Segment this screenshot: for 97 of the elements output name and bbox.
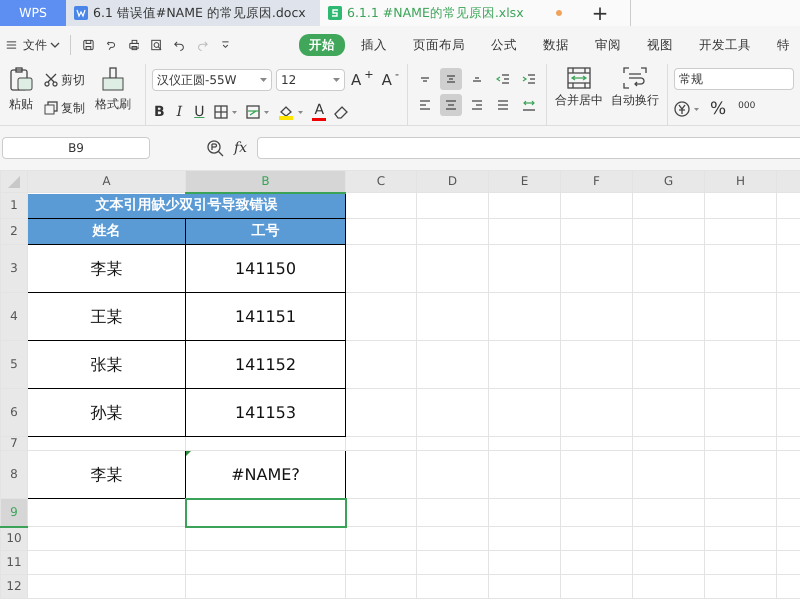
ribbon-tab[interactable]: 视图 <box>637 34 684 56</box>
ribbon-tab[interactable]: 开发工具 <box>689 34 762 56</box>
row-header[interactable]: 10 <box>0 526 28 551</box>
borders-icon[interactable] <box>214 105 238 119</box>
format-painter-button[interactable]: 格式刷 <box>93 66 133 123</box>
error-indicator[interactable] <box>186 451 191 456</box>
paintbrush-icon <box>101 67 125 93</box>
document-icon <box>74 6 88 20</box>
font-color-button[interactable]: A <box>312 102 326 122</box>
table-cell: 141153 <box>186 388 346 436</box>
column-header[interactable]: F <box>560 170 632 192</box>
table-cell: 孙某 <box>28 388 186 436</box>
shrink-font-button[interactable]: A$^{-}$ <box>380 68 401 92</box>
copy-button[interactable]: 复制 <box>42 98 87 118</box>
table-cell: 141151 <box>186 292 346 340</box>
table-cell: 张某 <box>28 340 186 388</box>
file-tab[interactable]: 6.1 错误值#NAME 的常见原因.docx <box>66 0 320 26</box>
menu-icon[interactable] <box>6 39 17 51</box>
merge-center-button[interactable]: 合并居中 <box>553 66 605 123</box>
align-top-icon <box>418 76 432 82</box>
conditional-format-icon[interactable] <box>246 105 270 119</box>
fill-color-icon[interactable] <box>278 104 304 120</box>
active-cell[interactable] <box>186 498 346 527</box>
row-header[interactable]: 5 <box>0 340 28 388</box>
table-cell: 李某 <box>28 244 186 292</box>
align-center-button[interactable] <box>440 94 462 116</box>
ribbon-tab[interactable]: 页面布局 <box>403 34 476 56</box>
row-header[interactable]: 7 <box>0 436 28 451</box>
row-header[interactable]: 12 <box>0 574 28 599</box>
number-format-field[interactable]: 常规 <box>674 68 794 90</box>
currency-icon[interactable] <box>674 101 700 118</box>
align-indent-icon <box>522 72 536 86</box>
unsaved-dot <box>556 10 562 16</box>
file-menu[interactable]: 文件 <box>20 35 62 55</box>
align-bottom-icon <box>470 76 484 82</box>
align-distribute-icon <box>522 98 536 112</box>
bold-button[interactable]: B <box>152 100 167 124</box>
ribbon-tab[interactable]: 特 <box>767 34 800 56</box>
column-heading: 姓名 <box>28 218 186 244</box>
column-header[interactable]: A <box>28 170 186 192</box>
grow-font-button[interactable]: A$^{+}$ <box>348 68 376 92</box>
table-cell: 141150 <box>186 244 346 292</box>
row-header[interactable]: 4 <box>0 292 28 340</box>
row-header[interactable]: 6 <box>0 388 28 436</box>
row-header[interactable]: 3 <box>0 244 28 292</box>
align-justify-icon <box>496 98 510 112</box>
print-icon[interactable] <box>128 38 140 52</box>
percent-button[interactable]: % <box>708 96 728 123</box>
column-header[interactable]: D <box>416 170 488 192</box>
thousands-separator-button[interactable]: 000 <box>736 99 758 120</box>
align-outdent-icon <box>496 72 510 86</box>
align-left-icon <box>418 98 432 112</box>
table-cell: 141152 <box>186 340 346 388</box>
table-title: 文本引用缺少双引号导致错误 <box>28 192 346 218</box>
row-header[interactable]: 2 <box>0 218 28 244</box>
column-header[interactable]: H <box>704 170 776 192</box>
column-header[interactable]: C <box>346 170 416 192</box>
formula-field[interactable] <box>257 137 800 159</box>
ribbon-tab[interactable]: 审阅 <box>585 34 632 56</box>
paste-button[interactable]: 粘贴 <box>6 66 36 123</box>
wrap-text-icon <box>623 67 647 89</box>
column-header[interactable]: G <box>632 170 704 192</box>
table-cell: #NAME? <box>186 450 346 499</box>
copy-icon <box>44 101 58 115</box>
spreadsheet-icon <box>328 6 342 20</box>
cut-button[interactable]: 剪切 <box>42 70 87 90</box>
save-icon[interactable] <box>82 38 94 52</box>
wrap-text-button[interactable]: 自动换行 <box>609 66 661 123</box>
row-header[interactable]: 8 <box>0 450 28 499</box>
caret-icon <box>332 78 340 82</box>
row-header[interactable]: 11 <box>0 550 28 575</box>
ribbon-tab[interactable]: 数据 <box>533 34 580 56</box>
table-cell: 李某 <box>28 450 186 499</box>
scissors-icon <box>44 73 58 87</box>
new-tab-button[interactable]: + <box>570 0 630 26</box>
column-heading: 工号 <box>186 218 346 244</box>
italic-button[interactable]: I <box>174 100 184 124</box>
eraser-icon[interactable] <box>334 105 348 119</box>
name-box[interactable]: B9 <box>2 137 150 159</box>
align-right-icon <box>470 98 484 112</box>
merge-cells-icon <box>567 67 591 89</box>
font-size-field[interactable]: 12 <box>276 69 345 92</box>
caret-icon <box>50 42 60 48</box>
column-header[interactable]: E <box>488 170 560 192</box>
zoom-icon[interactable] <box>206 139 224 157</box>
align-center-icon <box>444 98 458 112</box>
print-preview-icon[interactable] <box>151 38 162 52</box>
ribbon-tab[interactable]: 插入 <box>351 34 398 56</box>
clipboard-icon <box>8 67 34 93</box>
table-cell: 王某 <box>28 292 186 340</box>
font-name-field[interactable]: 汉仪正圆-55W <box>152 69 272 92</box>
row-header[interactable]: 1 <box>0 192 28 218</box>
align-middle-button[interactable] <box>440 68 462 90</box>
underline-button[interactable]: U <box>192 100 206 124</box>
ribbon-tab[interactable]: 公式 <box>481 34 528 56</box>
function-label[interactable]: fx <box>234 138 248 158</box>
caret-icon <box>260 78 268 82</box>
